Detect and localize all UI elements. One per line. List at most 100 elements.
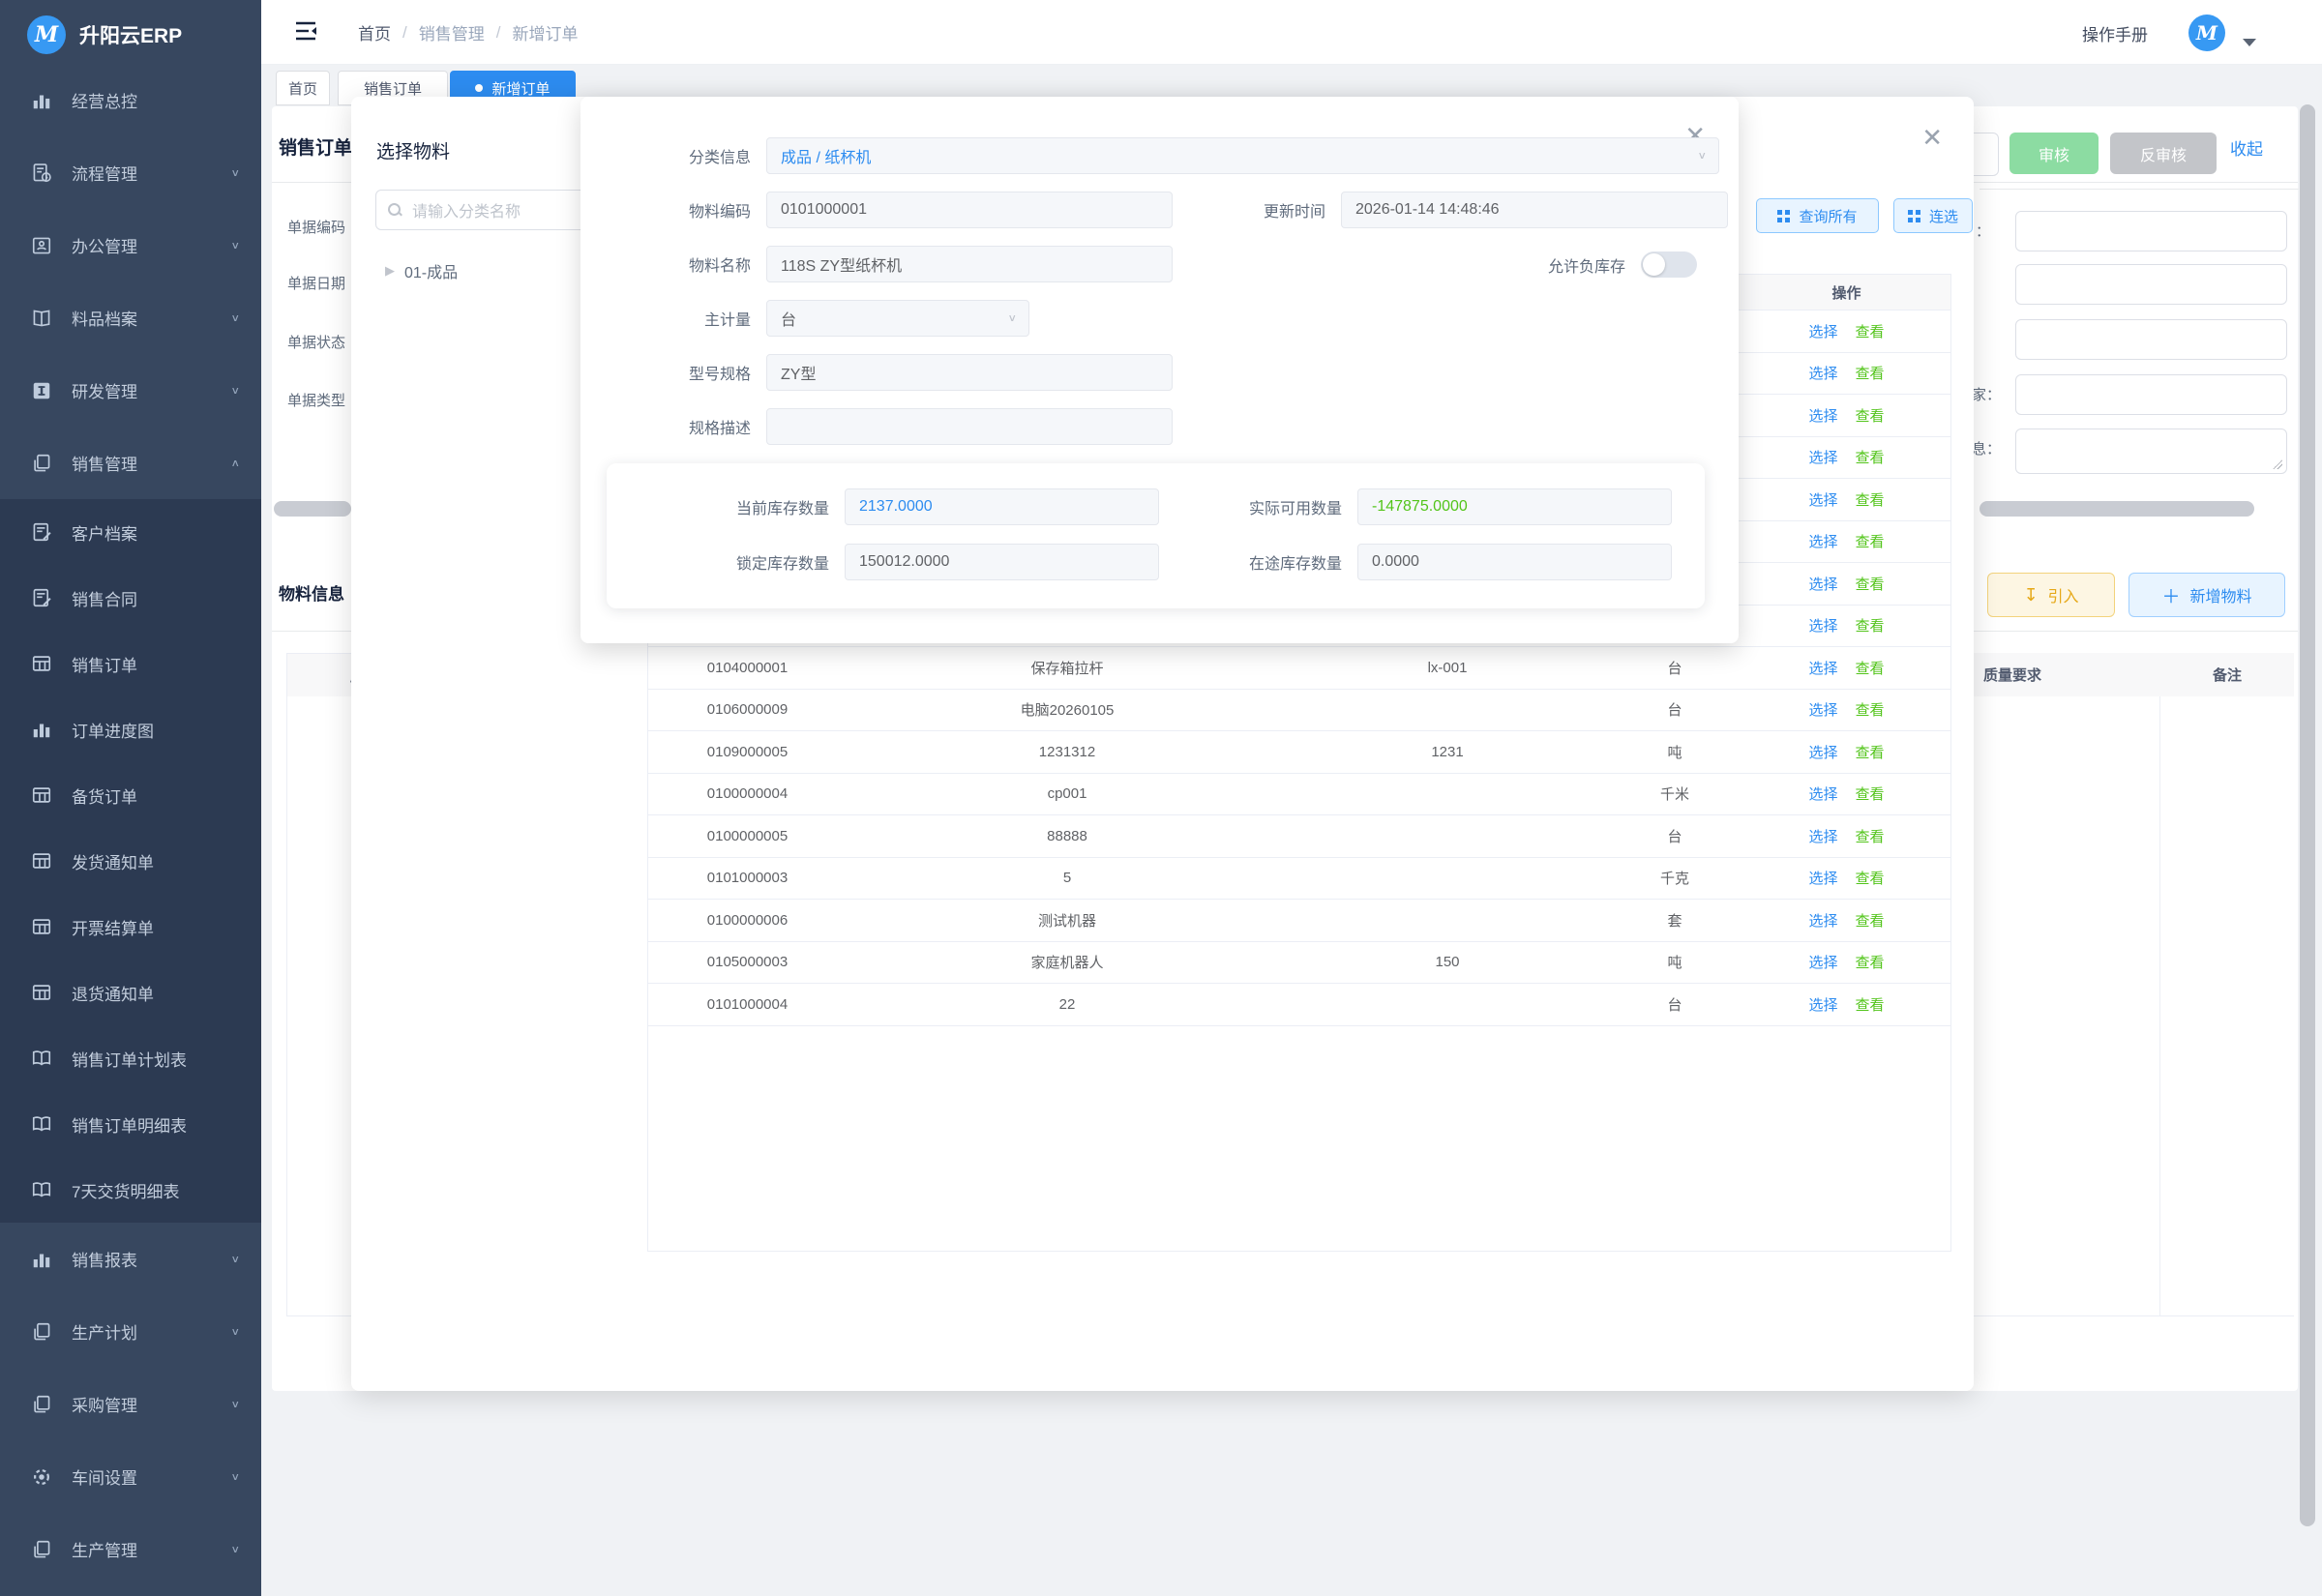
sidebar-item-发货通知单[interactable]: 发货通知单 [0,828,261,894]
view-link[interactable]: 查看 [1856,952,1885,972]
transit-stock-input[interactable]: 0.0000 [1357,544,1672,580]
select-link[interactable]: 选择 [1808,826,1837,846]
sidebar-item-生产管理[interactable]: 生产管理∨ [0,1513,261,1585]
select-link[interactable]: 选择 [1808,531,1837,551]
horizontal-scrollbar[interactable] [1980,501,2254,517]
avatar[interactable]: M [2188,15,2225,51]
table-cell-spec: lx-001 [1288,647,1607,690]
select-link[interactable]: 选择 [1808,952,1837,972]
select-link[interactable]: 选择 [1808,615,1837,635]
multi-select-button[interactable]: 连选 [1893,198,1973,233]
plus-icon: ＋ [2161,582,2180,608]
view-link[interactable]: 查看 [1856,574,1885,594]
select-link[interactable]: 选择 [1808,994,1837,1015]
select-link[interactable]: 选择 [1808,783,1837,804]
view-link[interactable]: 查看 [1856,826,1885,846]
sidebar-item-退货通知单[interactable]: 退货通知单 [0,960,261,1025]
doc-edit-icon [29,519,54,545]
view-link[interactable]: 查看 [1856,531,1885,551]
view-link[interactable]: 查看 [1856,868,1885,888]
view-link[interactable]: 查看 [1856,658,1885,678]
sidebar-item-销售合同[interactable]: 销售合同 [0,565,261,631]
view-link[interactable]: 查看 [1856,699,1885,720]
view-link[interactable]: 查看 [1856,615,1885,635]
negative-stock-toggle[interactable] [1641,251,1697,278]
select-link[interactable]: 选择 [1808,658,1837,678]
vertical-scrollbar[interactable] [2300,104,2315,1526]
import-button[interactable]: ↧ 引入 [1987,573,2115,617]
view-link[interactable]: 查看 [1856,489,1885,510]
unaudit-button[interactable]: 反审核 [2110,133,2217,174]
sidebar-item-销售报表[interactable]: 销售报表∨ [0,1223,261,1295]
sidebar-item-销售订单计划表[interactable]: 销售订单计划表 [0,1025,261,1091]
copy-doc-icon [29,451,54,476]
select-link[interactable]: 选择 [1808,868,1837,888]
locked-stock-input[interactable]: 150012.0000 [845,544,1159,580]
breadcrumb-sales[interactable]: 销售管理 [419,20,485,44]
add-material-button[interactable]: ＋ 新增物料 [2128,573,2285,617]
sidebar-item-办公管理[interactable]: 办公管理∨ [0,209,261,281]
sidebar-item-采购管理[interactable]: 采购管理∨ [0,1368,261,1440]
view-link[interactable]: 查看 [1856,405,1885,426]
select-link[interactable]: 选择 [1808,574,1837,594]
select-link[interactable]: 选择 [1808,910,1837,931]
sidebar-item-销售管理[interactable]: 销售管理∧ [0,427,261,499]
view-link[interactable]: 查看 [1856,363,1885,383]
modal-close-icon[interactable]: ✕ [1921,126,1943,151]
select-link[interactable]: 选择 [1808,489,1837,510]
updated-input[interactable]: 2026-01-14 14:48:46 [1341,192,1728,228]
sidebar-item-销售订单明细表[interactable]: 销售订单明细表 [0,1091,261,1157]
sidebar-item-备货订单[interactable]: 备货订单 [0,762,261,828]
order-input-3[interactable] [2015,319,2287,360]
view-link[interactable]: 查看 [1856,321,1885,341]
collapse-link[interactable]: 收起 [2230,135,2263,160]
sidebar-item-开票结算单[interactable]: 开票结算单 [0,894,261,960]
order-input-1[interactable] [2015,211,2287,251]
name-input[interactable]: 118S ZY型纸杯机 [766,246,1173,282]
category-select[interactable]: 成品 / 纸杯机 ∨ [766,137,1719,174]
select-link[interactable]: 选择 [1808,405,1837,426]
sidebar-item-研发管理[interactable]: 研发管理∨ [0,354,261,427]
audit-button[interactable]: 审核 [2009,133,2099,174]
view-link[interactable]: 查看 [1856,742,1885,762]
sidebar-item-车间设置[interactable]: 车间设置∨ [0,1440,261,1513]
unit-select[interactable]: 台 ∨ [766,300,1029,337]
model-input[interactable]: ZY型 [766,354,1173,391]
horizontal-scrollbar[interactable] [274,501,351,517]
sidebar-item-料品档案[interactable]: 料品档案∨ [0,281,261,354]
tree-node-finished-goods[interactable]: ▶ 01-成品 [385,259,458,282]
select-link[interactable]: 选择 [1808,321,1837,341]
sidebar-item-经营总控[interactable]: 经营总控 [0,64,261,136]
sidebar-item-订单进度图[interactable]: 订单进度图 [0,696,261,762]
order-remark-textarea[interactable] [2015,429,2287,474]
spec-desc-input[interactable] [766,408,1173,445]
sidebar-item-流程管理[interactable]: 流程管理∨ [0,136,261,209]
textarea-resize-handle[interactable] [2273,459,2282,469]
query-all-button[interactable]: 查询所有 [1756,198,1879,233]
menu-fold-icon[interactable] [294,20,317,46]
available-input[interactable]: -147875.0000 [1357,488,1672,525]
sidebar-item-加工车间[interactable]: 加工车间∨ [0,1585,261,1596]
model-label: 型号规格 [596,361,766,384]
manual-link[interactable]: 操作手册 [2082,21,2148,45]
sidebar-item-客户档案[interactable]: 客户档案 [0,499,261,565]
view-link[interactable]: 查看 [1856,783,1885,804]
sidebar-item-生产计划[interactable]: 生产计划∨ [0,1295,261,1368]
view-link[interactable]: 查看 [1856,447,1885,467]
breadcrumb-home[interactable]: 首页 [358,20,391,44]
current-stock-input[interactable]: 2137.0000 [845,488,1159,525]
order-input-4[interactable] [2015,374,2287,415]
sidebar-item-销售订单[interactable]: 销售订单 [0,631,261,696]
view-link[interactable]: 查看 [1856,994,1885,1015]
tab-home[interactable]: 首页 [276,71,330,105]
avatar-dropdown-caret-icon[interactable] [2243,39,2256,46]
material-detail-panel: ✕ 分类信息 成品 / 纸杯机 ∨ 物料编码 0101000001 更新时间 2… [580,97,1739,643]
select-link[interactable]: 选择 [1808,363,1837,383]
view-link[interactable]: 查看 [1856,910,1885,931]
select-link[interactable]: 选择 [1808,742,1837,762]
sidebar-item-7天交货明细表[interactable]: 7天交货明细表 [0,1157,261,1223]
code-input[interactable]: 0101000001 [766,192,1173,228]
order-input-2[interactable] [2015,264,2287,305]
select-link[interactable]: 选择 [1808,447,1837,467]
select-link[interactable]: 选择 [1808,699,1837,720]
